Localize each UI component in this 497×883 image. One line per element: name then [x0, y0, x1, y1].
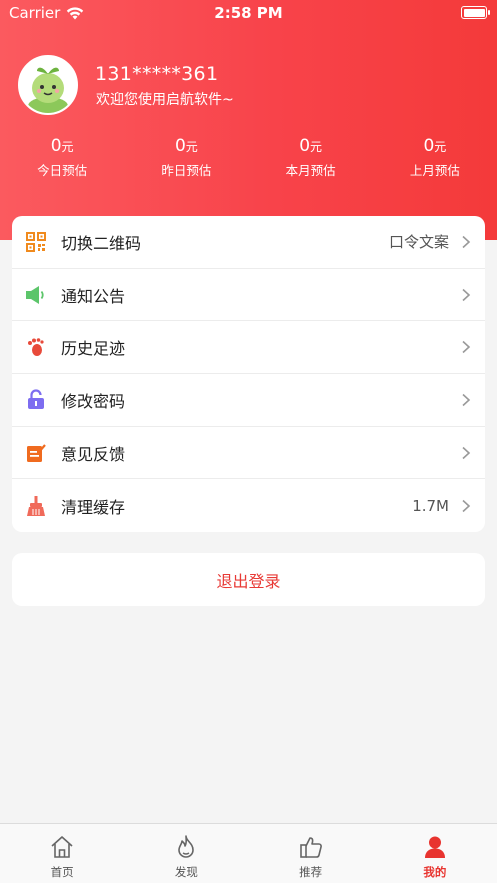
stat-label: 今日预估	[37, 163, 88, 178]
menu-label: 意见反馈	[61, 444, 126, 464]
tab-home[interactable]: 首页	[0, 824, 124, 883]
stat-unit: 元	[310, 140, 323, 154]
chevron-right-icon	[462, 235, 471, 248]
tab-discover[interactable]: 发现	[124, 824, 248, 883]
profile-header	[0, 0, 497, 240]
chevron-right-icon	[462, 288, 471, 301]
stat-today: 0元 今日预估	[0, 135, 124, 179]
menu-label: 通知公告	[61, 286, 126, 306]
tab-recommend[interactable]: 推荐	[249, 824, 373, 883]
stat-yesterday: 0元 昨日预估	[124, 135, 248, 179]
menu-item-feedback[interactable]: 意见反馈	[12, 427, 485, 480]
sprout-mascot-icon	[20, 57, 76, 113]
stat-unit: 元	[61, 140, 74, 154]
menu-value: 口令文案	[388, 233, 449, 252]
broom-icon	[25, 495, 47, 517]
battery-icon	[461, 6, 490, 19]
menu-item-switch-qrcode[interactable]: 切换二维码 口令文案	[12, 216, 485, 269]
chevron-right-icon	[462, 393, 471, 406]
tab-label: 推荐	[299, 865, 323, 879]
menu-item-announcements[interactable]: 通知公告	[12, 269, 485, 322]
stat-amount: 0	[423, 136, 435, 156]
menu-label: 切换二维码	[61, 233, 142, 253]
flame-icon	[178, 835, 195, 858]
tab-label: 发现	[174, 865, 198, 879]
tab-bar: 首页 发现 推荐 我的	[0, 823, 497, 883]
clock: 2:58 PM	[214, 4, 283, 22]
stat-label: 昨日预估	[161, 163, 212, 178]
stat-label: 本月预估	[285, 163, 336, 178]
menu-label: 历史足迹	[61, 339, 126, 359]
stat-label: 上月预估	[409, 163, 460, 178]
status-bar: Carrier 2:58 PM	[0, 0, 497, 26]
footprint-icon	[25, 336, 47, 358]
menu-item-history[interactable]: 历史足迹	[12, 321, 485, 375]
thumbs-up-icon	[299, 837, 322, 858]
user-icon	[424, 836, 445, 858]
menu-label: 修改密码	[61, 391, 126, 411]
stat-this-month: 0元 本月预估	[249, 135, 373, 179]
feedback-icon	[25, 442, 47, 464]
chevron-right-icon	[462, 341, 471, 354]
welcome-text: 欢迎您使用启航软件~	[96, 92, 234, 108]
tab-label: 我的	[423, 865, 447, 879]
logout-button[interactable]: 退出登录	[12, 553, 485, 606]
tab-label: 首页	[50, 865, 74, 879]
stat-unit: 元	[434, 140, 447, 154]
user-phone: 131*****361	[95, 63, 219, 85]
stat-amount: 0	[174, 136, 186, 156]
menu-item-change-password[interactable]: 修改密码	[12, 374, 485, 427]
qrcode-icon	[25, 231, 47, 253]
menu-item-clear-cache[interactable]: 清理缓存 1.7M	[12, 479, 485, 532]
lock-icon	[25, 389, 47, 411]
speaker-icon	[25, 284, 47, 306]
home-icon	[51, 836, 73, 858]
earnings-stats: 0元 今日预估 0元 昨日预估 0元 本月预估 0元 上月预估	[0, 135, 497, 179]
menu-label: 清理缓存	[61, 497, 126, 517]
chevron-right-icon	[462, 446, 471, 459]
stat-unit: 元	[185, 140, 198, 154]
settings-menu: 切换二维码 口令文案 通知公告 历史足迹 修改密码 意见反馈 清理缓存 1.7M	[12, 216, 485, 532]
tab-mine[interactable]: 我的	[373, 824, 497, 883]
chevron-right-icon	[462, 499, 471, 512]
stat-last-month: 0元 上月预估	[373, 135, 497, 179]
avatar[interactable]	[18, 55, 78, 115]
cache-size: 1.7M	[412, 496, 449, 515]
stat-amount: 0	[299, 136, 311, 156]
stat-amount: 0	[50, 136, 62, 156]
